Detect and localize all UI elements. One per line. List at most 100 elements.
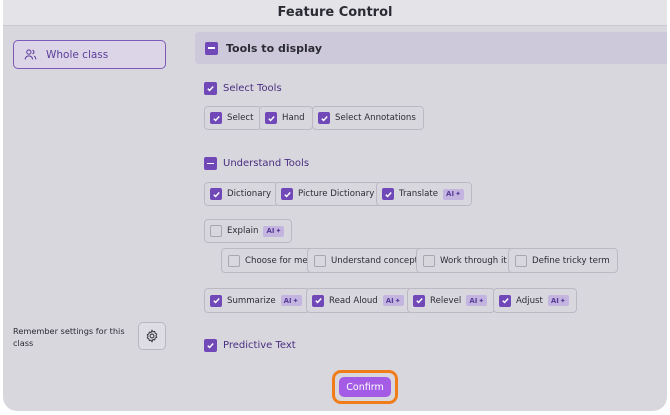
chip-relevel-label: Relevel (430, 295, 462, 306)
tools-to-display-header: Tools to display (195, 32, 667, 64)
chip-select-checkbox (210, 112, 222, 124)
chip-relevel-checkbox (413, 294, 425, 307)
chip-translate-label: Translate (399, 189, 439, 199)
ai-badge: AI ✦ (443, 188, 464, 200)
sparkle-icon: ✦ (394, 296, 401, 305)
chip-adjust[interactable]: Adjust AI ✦ (493, 288, 577, 313)
gear-icon (146, 329, 158, 343)
chip-define-tricky-term[interactable]: Define tricky term (508, 248, 618, 273)
predictive-text-group: Predictive Text (204, 339, 296, 352)
ai-badge-text: AI (446, 190, 455, 198)
check-icon (212, 191, 220, 198)
select-tools-checkbox[interactable] (204, 82, 217, 95)
chip-dictionary-checkbox (210, 188, 222, 200)
left-pane: Whole class Remember settings for this c… (3, 26, 193, 411)
chip-work-through-it[interactable]: Work through it (416, 248, 515, 273)
check-icon (415, 298, 423, 304)
chip-select-annotations[interactable]: Select Annotations (312, 106, 424, 130)
ai-badge-text: AI (266, 227, 275, 235)
tools-to-display-title: Tools to display (226, 41, 323, 55)
sparkle-icon: ✦ (478, 296, 485, 305)
chip-work-through-it-label: Work through it (440, 255, 507, 266)
tools-to-display-toggle[interactable] (205, 41, 218, 55)
whole-class-label: Whole class (46, 48, 109, 61)
understand-tools-label: Understand Tools (223, 158, 310, 169)
chip-relevel[interactable]: Relevel AI ✦ (407, 288, 496, 313)
predictive-text-label: Predictive Text (223, 340, 296, 351)
chip-explain-label: Explain (227, 226, 259, 236)
chip-explain[interactable]: Explain AI ✦ (204, 219, 293, 243)
check-icon (212, 115, 220, 122)
users-icon (24, 49, 37, 60)
chip-summarize[interactable]: Summarize AI ✦ (204, 288, 310, 313)
ai-badge-text: AI (550, 296, 559, 305)
check-icon (212, 298, 220, 304)
chip-select[interactable]: Select (204, 106, 262, 130)
predictive-text-checkbox[interactable] (204, 339, 217, 352)
check-icon (314, 298, 322, 304)
chip-choose-for-me-label: Choose for me (245, 255, 308, 266)
check-icon (384, 191, 392, 198)
chip-work-through-it-checkbox (423, 254, 435, 267)
ai-badge: AI ✦ (382, 295, 404, 306)
sparkle-icon: ✦ (455, 190, 461, 198)
chip-read-aloud[interactable]: Read Aloud AI ✦ (306, 288, 412, 313)
chip-translate-checkbox (382, 188, 394, 200)
chip-hand[interactable]: Hand (259, 106, 313, 130)
chip-read-aloud-label: Read Aloud (329, 295, 378, 306)
chip-hand-label: Hand (282, 113, 305, 123)
chip-picture-dictionary-checkbox (281, 188, 293, 200)
whole-class-button[interactable]: Whole class (13, 40, 166, 69)
feature-control-dialog: Feature Control Whole class Remember set… (3, 0, 667, 411)
ai-badge-text: AI (385, 296, 394, 305)
ai-badge: AI ✦ (280, 295, 302, 306)
check-icon (207, 343, 214, 349)
chip-hand-checkbox (265, 112, 277, 124)
chip-define-tricky-term-checkbox (515, 254, 527, 267)
select-tools-group: Select Tools (204, 82, 282, 95)
chip-dictionary-label: Dictionary (227, 189, 272, 199)
remember-settings-label: Remember settings for this class (13, 326, 125, 348)
chip-choose-for-me[interactable]: Choose for me (221, 248, 316, 273)
dialog-title: Feature Control (277, 5, 393, 20)
select-tools-label: Select Tools (223, 83, 282, 94)
chip-select-annotations-label: Select Annotations (335, 113, 416, 123)
chip-translate[interactable]: Translate AI ✦ (376, 182, 472, 206)
chip-summarize-checkbox (210, 294, 222, 307)
understand-tools-group: Understand Tools (204, 157, 309, 170)
chip-choose-for-me-checkbox (228, 254, 240, 267)
ai-badge: AI ✦ (263, 225, 285, 237)
chip-read-aloud-checkbox (312, 294, 324, 307)
chip-select-label: Select (227, 113, 254, 123)
check-icon (207, 86, 214, 92)
check-icon (501, 298, 509, 304)
chip-adjust-checkbox (499, 294, 511, 307)
chip-adjust-label: Adjust (516, 295, 543, 306)
title-bar: Feature Control (3, 0, 667, 26)
ai-badge-text: AI (283, 296, 292, 305)
ai-badge: AI ✦ (547, 295, 569, 306)
remember-settings-button[interactable] (138, 322, 166, 350)
chip-understand-concept-label: Understand concept (331, 255, 419, 266)
chip-understand-concept-checkbox (314, 254, 326, 267)
sparkle-icon: ✦ (559, 296, 566, 305)
check-icon (267, 115, 275, 122)
check-icon (320, 115, 328, 122)
chip-dictionary[interactable]: Dictionary (204, 182, 280, 206)
chip-summarize-label: Summarize (227, 295, 276, 306)
chip-explain-checkbox (210, 225, 222, 237)
confirm-focus-ring: Confirm (332, 370, 398, 404)
chip-picture-dictionary-label: Picture Dictionary (298, 189, 375, 199)
understand-tools-toggle[interactable] (204, 157, 217, 170)
ai-badge: AI ✦ (466, 295, 488, 306)
confirm-button[interactable]: Confirm (339, 377, 391, 397)
sparkle-icon: ✦ (275, 227, 282, 235)
chip-select-annotations-checkbox (318, 112, 330, 124)
ai-badge-text: AI (469, 296, 478, 305)
sparkle-icon: ✦ (292, 296, 299, 305)
chip-define-tricky-term-label: Define tricky term (532, 255, 610, 266)
chip-picture-dictionary[interactable]: Picture Dictionary (275, 182, 383, 206)
check-icon (283, 191, 291, 198)
chip-understand-concept[interactable]: Understand concept (307, 248, 427, 273)
tools-pane: Tools to display Select Tools Select Han… (193, 26, 667, 356)
